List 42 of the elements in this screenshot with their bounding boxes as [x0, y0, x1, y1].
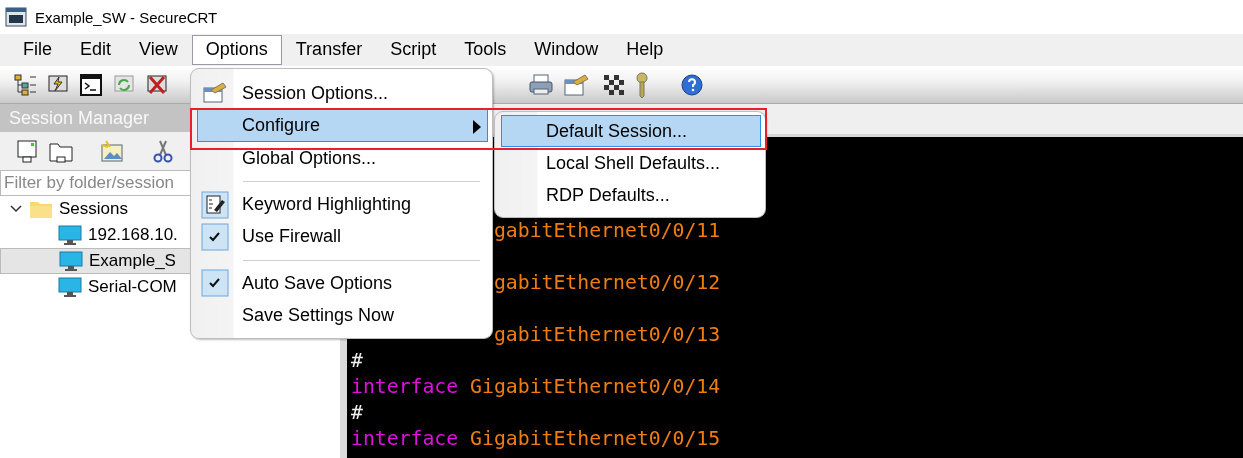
monitor-icon — [59, 251, 83, 271]
interface-name: gabitEthernet0/0/13 — [493, 322, 721, 348]
cut-icon — [152, 139, 174, 163]
menu-item[interactable]: Configure — [197, 109, 488, 142]
monitor-icon — [58, 277, 82, 297]
window-title: Example_SW - SecureCRT — [35, 8, 218, 26]
key-icon — [635, 71, 649, 98]
menu-item[interactable]: Tools — [450, 35, 521, 65]
menu-item[interactable]: Options — [191, 35, 282, 65]
menu-item[interactable]: File — [9, 35, 66, 65]
pattern-icon — [602, 72, 626, 97]
interface-name: GigabitEthernet0/0/14 — [470, 374, 721, 400]
menu-item[interactable]: Window — [520, 35, 613, 65]
menu-item[interactable]: View — [125, 35, 192, 65]
menu-item[interactable]: Transfer — [281, 35, 377, 65]
comment-mark: # — [351, 348, 363, 374]
menu-item[interactable]: Save Settings Now — [197, 299, 488, 333]
interface-name: gabitEthernet0/0/11 — [493, 218, 721, 244]
new-session-icon — [14, 139, 40, 163]
folder-icon — [29, 199, 53, 219]
monitor-icon — [58, 225, 82, 245]
menu-item[interactable]: RDP Defaults... — [501, 179, 761, 211]
menu-item[interactable]: Script — [376, 35, 451, 65]
keyword: interface — [351, 426, 459, 452]
disconnect-icon — [145, 72, 169, 97]
terminal-icon — [79, 72, 103, 97]
submenu-arrow-icon — [473, 120, 481, 135]
menu-item[interactable]: Local Shell Defaults... — [501, 147, 761, 179]
printer-icon — [528, 72, 554, 97]
interface-name: gabitEthernet0/0/12 — [493, 270, 721, 296]
comment-mark: # — [351, 400, 363, 426]
properties-icon — [563, 72, 589, 97]
menu-item[interactable]: Edit — [66, 35, 126, 65]
app-icon — [5, 7, 27, 27]
tree-item[interactable]: Sessions — [59, 199, 128, 219]
interface-name: GigabitEthernet0/0/15 — [470, 426, 721, 452]
menu-item[interactable]: Default Session... — [501, 115, 761, 147]
tree-icon — [13, 72, 37, 97]
help-icon — [680, 72, 704, 97]
menu-item[interactable]: Help — [612, 35, 678, 65]
properties-icon — [100, 139, 126, 163]
keyword: interface — [351, 374, 459, 400]
